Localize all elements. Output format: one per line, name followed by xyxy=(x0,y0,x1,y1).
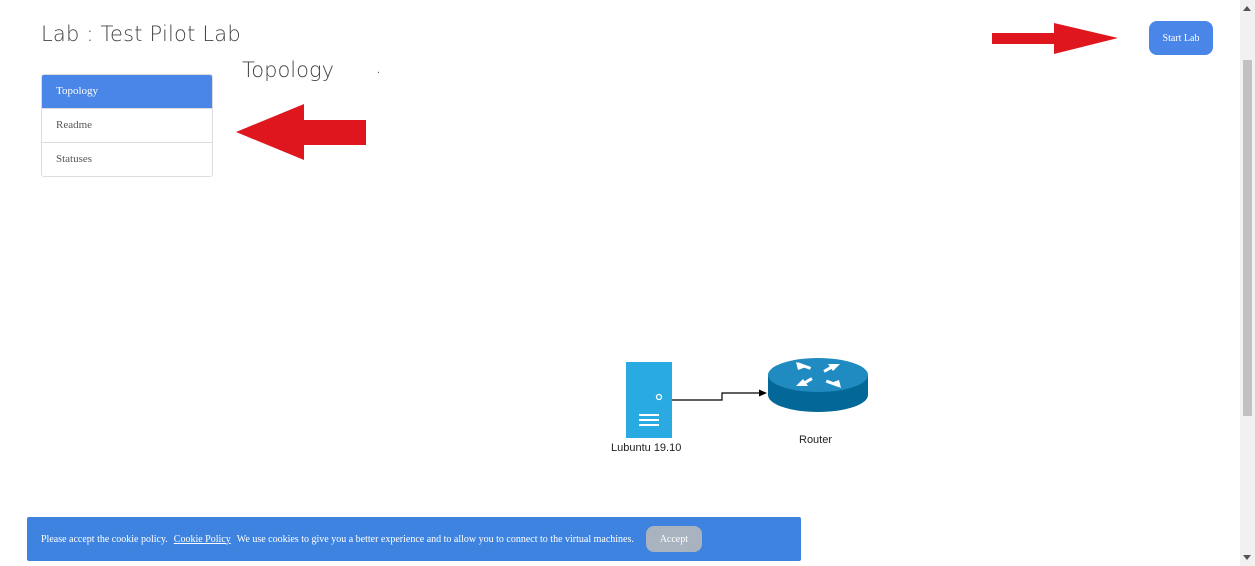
page: Lab : Test Pilot Lab Start Lab Topology … xyxy=(0,0,1255,566)
router-icon[interactable] xyxy=(768,358,868,412)
scroll-up-icon[interactable] xyxy=(1243,6,1251,11)
vertical-scrollbar[interactable] xyxy=(1240,0,1255,566)
cookie-description: We use cookies to give you a better expe… xyxy=(236,533,634,545)
cookie-banner: Please accept the cookie policy. Cookie … xyxy=(27,517,801,561)
start-lab-button[interactable]: Start Lab xyxy=(1149,21,1213,55)
annotation-arrow-left-icon xyxy=(236,104,366,160)
node-label-router: Router xyxy=(799,434,833,446)
connection-line xyxy=(672,389,767,401)
section-title: Topology xyxy=(242,58,334,82)
scroll-down-icon[interactable] xyxy=(1243,555,1251,560)
section-title-suffix: . xyxy=(377,64,381,76)
node-label-server: Lubuntu 19.10 xyxy=(611,442,682,454)
sidebar-item-readme[interactable]: Readme xyxy=(42,108,212,142)
sidebar: Topology Readme Statuses xyxy=(41,74,213,177)
cookie-policy-link[interactable]: Cookie Policy xyxy=(174,534,231,545)
sidebar-item-topology[interactable]: Topology xyxy=(42,75,212,108)
scrollbar-thumb[interactable] xyxy=(1243,60,1252,416)
sidebar-item-statuses[interactable]: Statuses xyxy=(42,142,212,176)
topology-diagram: Lubuntu 19.10 Router xyxy=(600,350,880,460)
server-icon[interactable] xyxy=(626,362,672,438)
cookie-text: Please accept the cookie policy. xyxy=(41,533,168,545)
page-title: Lab : Test Pilot Lab xyxy=(41,22,241,46)
accept-cookies-button[interactable]: Accept xyxy=(645,526,702,552)
annotation-arrow-right-icon xyxy=(992,23,1118,54)
